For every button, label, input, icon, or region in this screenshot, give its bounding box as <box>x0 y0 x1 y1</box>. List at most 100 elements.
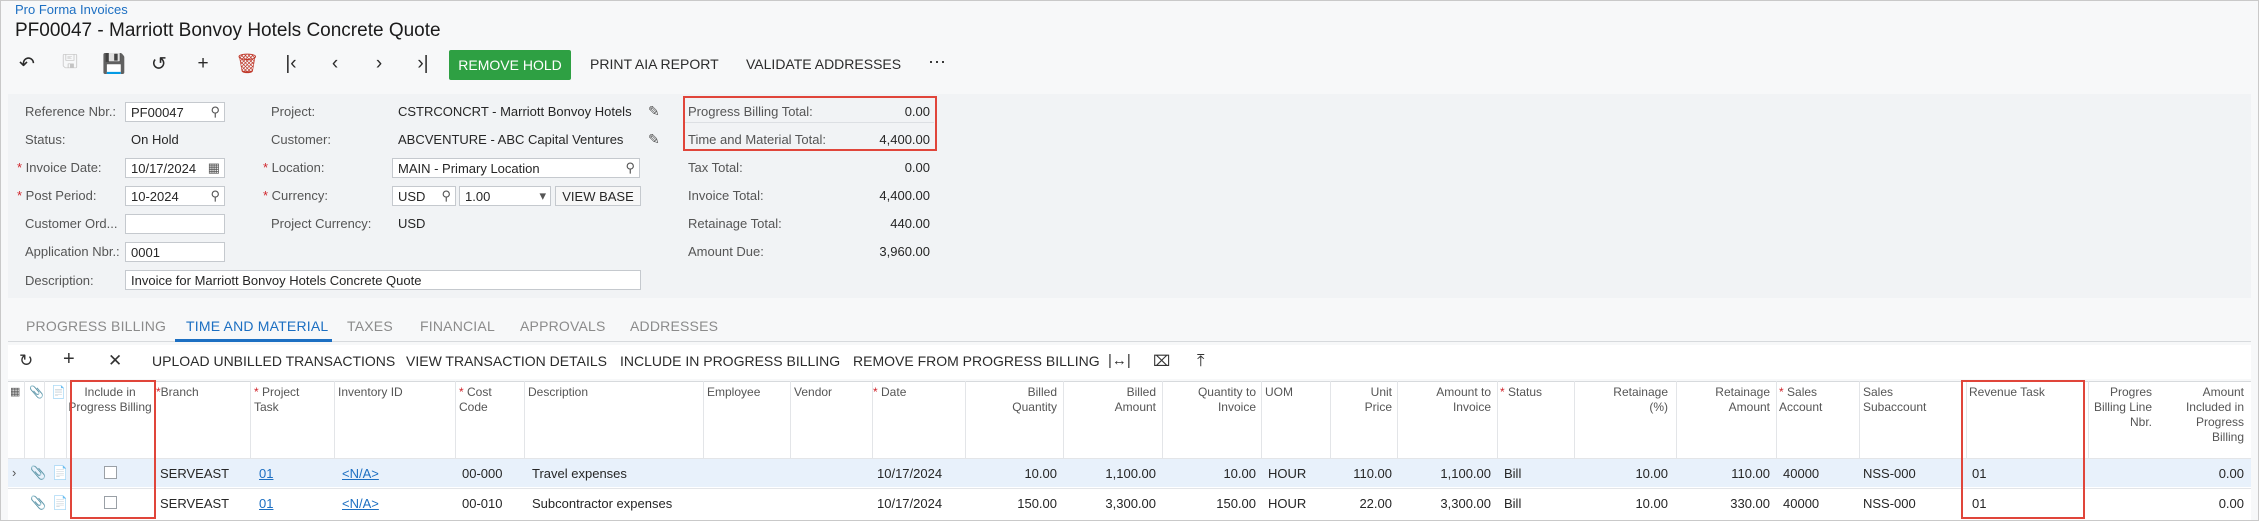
next-record-icon[interactable]: › <box>366 51 392 77</box>
attachment-icon[interactable]: 📎 <box>30 465 46 481</box>
search-icon[interactable]: ⚲ <box>210 188 220 204</box>
col-status[interactable]: * Status <box>1500 385 1542 400</box>
amount-due-label: Amount Due: <box>688 244 764 259</box>
tab-addresses[interactable]: ADDRESSES <box>630 318 718 334</box>
application-nbr-input[interactable]: 0001 <box>125 242 225 262</box>
add-row-icon[interactable]: + <box>63 348 75 371</box>
col-billed-quantity[interactable]: Billed Quantity <box>1003 385 1057 415</box>
currency-input[interactable]: USD ⚲ <box>392 186 456 206</box>
edit-project-icon[interactable]: ✎ <box>648 103 660 120</box>
cell-inventory-id[interactable]: <N/A> <box>342 466 379 481</box>
post-period-label: * Post Period: <box>17 188 97 203</box>
location-input[interactable]: MAIN - Primary Location ⚲ <box>392 158 640 178</box>
delete-icon[interactable]: 🗑 <box>234 51 260 77</box>
col-sales-subaccount[interactable]: Sales Subaccount <box>1863 385 1943 415</box>
remove-hold-button[interactable]: REMOVE HOLD <box>449 50 571 80</box>
col-progress-billing-line-nbr[interactable]: Progres Billing Line Nbr. <box>2092 385 2152 430</box>
view-transaction-details-button[interactable]: VIEW TRANSACTION DETAILS <box>406 353 607 369</box>
search-icon[interactable]: ⚲ <box>441 188 451 204</box>
note-header-icon: 📄 <box>51 385 66 399</box>
row-selector-icon[interactable]: › <box>12 465 16 480</box>
currency-rate-select[interactable]: 1.00 ▾ <box>459 186 551 206</box>
note-icon[interactable]: 📄 <box>52 465 68 481</box>
cell-billed-quantity: 10.00 <box>1024 466 1057 481</box>
post-period-input[interactable]: 10-2024 ⚲ <box>125 186 225 206</box>
last-record-icon[interactable]: ›| <box>410 51 436 77</box>
remove-from-progress-billing-button[interactable]: REMOVE FROM PROGRESS BILLING <box>853 353 1100 369</box>
col-branch[interactable]: *Branch <box>156 385 199 400</box>
invoice-date-label: * Invoice Date: <box>17 160 102 175</box>
delete-row-icon[interactable]: ✕ <box>108 351 122 371</box>
col-inventory-id[interactable]: Inventory ID <box>338 385 403 400</box>
search-icon[interactable]: ⚲ <box>210 104 220 120</box>
calendar-icon[interactable]: ▦ <box>208 160 220 176</box>
col-amount-to-invoice[interactable]: Amount to Invoice <box>1417 385 1491 415</box>
reference-nbr-label: Reference Nbr.: <box>25 104 117 119</box>
search-icon[interactable]: ⚲ <box>625 160 635 176</box>
description-input[interactable]: Invoice for Marriott Bonvoy Hotels Concr… <box>125 270 641 290</box>
cell-retainage-pct: 10.00 <box>1635 496 1668 511</box>
validate-addresses-button[interactable]: VALIDATE ADDRESSES <box>746 56 901 72</box>
cell-amount-included: 0.00 <box>2218 466 2244 481</box>
cell-billed-amount: 3,300.00 <box>1105 496 1156 511</box>
tab-taxes[interactable]: TAXES <box>347 318 393 334</box>
cell-retainage-amount: 330.00 <box>1730 496 1770 511</box>
cell-unit-price: 22.00 <box>1359 496 1392 511</box>
export-excel-icon[interactable]: ⌧ <box>1153 352 1170 370</box>
previous-record-icon[interactable]: ‹ <box>322 51 348 77</box>
more-actions-icon[interactable]: ⋯ <box>928 52 946 73</box>
add-icon[interactable]: + <box>190 51 216 77</box>
col-employee[interactable]: Employee <box>707 385 760 400</box>
col-quantity-to-invoice[interactable]: Quantity to Invoice <box>1186 385 1256 415</box>
cell-status: Bill <box>1504 466 1522 481</box>
customer-label: Customer: <box>271 132 331 147</box>
cell-date: 10/17/2024 <box>877 466 943 481</box>
chevron-down-icon[interactable]: ▾ <box>539 188 546 204</box>
refresh-icon[interactable]: ↻ <box>19 351 33 371</box>
page-title: PF00047 - Marriott Bonvoy Hotels Concret… <box>15 20 441 41</box>
col-unit-price[interactable]: Unit Price <box>1344 385 1392 415</box>
tab-financial[interactable]: FINANCIAL <box>420 318 495 334</box>
tab-approvals[interactable]: APPROVALS <box>520 318 606 334</box>
col-project-task[interactable]: * Project Task <box>254 385 314 415</box>
invoice-total-value: 4,400.00 <box>879 188 930 203</box>
col-sales-account[interactable]: * Sales Account <box>1779 385 1851 415</box>
upload-unbilled-transactions-button[interactable]: UPLOAD UNBILLED TRANSACTIONS <box>152 353 395 369</box>
cell-project-task[interactable]: 01 <box>259 496 273 511</box>
breadcrumb-link[interactable]: Pro Forma Invoices <box>15 2 128 17</box>
include-in-progress-billing-button[interactable]: INCLUDE IN PROGRESS BILLING <box>620 353 840 369</box>
col-description[interactable]: Description <box>528 385 588 400</box>
view-base-button[interactable]: VIEW BASE <box>555 186 641 206</box>
fit-columns-icon[interactable]: |↔| <box>1108 352 1131 369</box>
invoice-total-label: Invoice Total: <box>688 188 764 203</box>
col-billed-amount[interactable]: Billed Amount <box>1102 385 1156 415</box>
col-retainage-pct[interactable]: Retainage (%) <box>1600 385 1668 415</box>
col-retainage-amount[interactable]: Retainage Amount <box>1700 385 1770 415</box>
col-cost-code[interactable]: * Cost Code <box>459 385 509 415</box>
customer-ord-input[interactable] <box>125 214 225 234</box>
invoice-date-input[interactable]: 10/17/2024 ▦ <box>125 158 225 178</box>
cell-project-task[interactable]: 01 <box>259 466 273 481</box>
first-record-icon[interactable]: |‹ <box>278 51 304 77</box>
col-date[interactable]: * Date <box>873 385 906 400</box>
tab-time-and-material[interactable]: TIME AND MATERIAL <box>186 318 328 334</box>
print-aia-report-button[interactable]: PRINT AIA REPORT <box>590 56 719 72</box>
col-vendor[interactable]: Vendor <box>794 385 832 400</box>
project-currency-value: USD <box>398 216 426 231</box>
description-label: Description: <box>25 273 94 288</box>
cell-inventory-id[interactable]: <N/A> <box>342 496 379 511</box>
attachment-icon[interactable]: 📎 <box>30 495 46 511</box>
edit-customer-icon[interactable]: ✎ <box>648 131 660 148</box>
col-amount-included-in-progress-billing[interactable]: Amount Included in Progress Billing <box>2168 385 2244 445</box>
cell-description: Subcontractor expenses <box>532 496 673 511</box>
undo-icon[interactable]: ↺ <box>146 51 172 77</box>
upload-file-icon[interactable]: ⤒ <box>1197 351 1205 371</box>
status-value: On Hold <box>131 132 179 147</box>
back-icon[interactable]: ↶ <box>14 51 40 77</box>
grid-settings-icon[interactable]: ▦ <box>10 385 20 400</box>
reference-nbr-input[interactable]: PF00047 ⚲ <box>125 102 225 122</box>
cell-branch: SERVEAST <box>160 466 230 481</box>
col-uom[interactable]: UOM <box>1265 385 1293 400</box>
tab-progress-billing[interactable]: PROGRESS BILLING <box>26 318 166 334</box>
note-icon[interactable]: 📄 <box>52 495 68 511</box>
